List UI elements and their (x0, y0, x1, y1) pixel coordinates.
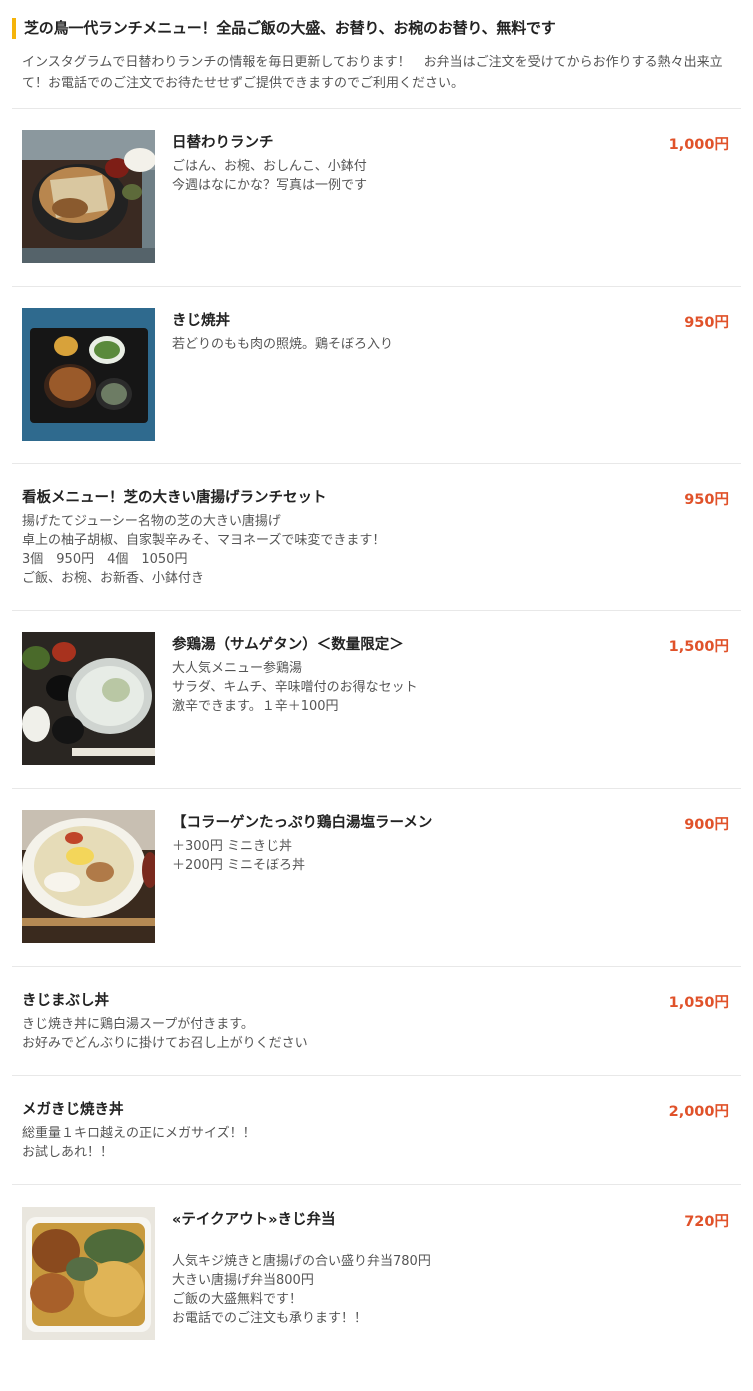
description-line: ご飯、お椀、お新香、小鉢付き (22, 571, 205, 586)
item-description: 揚げたてジューシー名物の芝の大きい唐揚げ 卓上の柚子胡椒、自家製辛みそ、マヨネー… (22, 512, 385, 588)
menu-item: «テイクアウト»きじ弁当 720円 人気キジ焼きと唐揚げの合い盛り弁当780円 … (12, 1207, 741, 1340)
description-line: 激辛できます。１辛＋100円 (172, 699, 339, 714)
item-description: ＋300円 ミニきじ丼 ＋200円 ミニそぼろ丼 (172, 837, 305, 875)
description-line: ＋200円 ミニそぼろ丼 (172, 858, 305, 873)
item-name: 参鶏湯（サムゲタン）＜数量限定＞ (172, 637, 404, 653)
divider (12, 966, 741, 967)
item-price: 2,000円 (668, 1104, 729, 1120)
menu-item: メガきじ焼き丼 2,000円 総重量１キロ越えの正にメガサイズ！！ お試しあれ！… (12, 1098, 741, 1160)
description-line: 人気キジ焼きと唐揚げの合い盛り弁当780円 (172, 1254, 431, 1269)
samgyetang-set-photo (22, 632, 155, 765)
heading-accent-bar (12, 18, 16, 39)
item-name: 日替わりランチ (172, 135, 274, 151)
item-price: 1,000円 (668, 137, 729, 153)
menu-item: きじ焼丼 950円 若どりのもも肉の照焼。鶏そぼろ入り (12, 308, 741, 441)
description-line: 揚げたてジューシー名物の芝の大きい唐揚げ (22, 514, 281, 529)
item-price: 950円 (684, 315, 729, 331)
ramen-bowl-photo (22, 810, 155, 943)
item-description: 人気キジ焼きと唐揚げの合い盛り弁当780円 大きい唐揚げ弁当800円 ご飯の大盛… (172, 1252, 431, 1328)
item-name: きじまぶし丼 (22, 993, 109, 1009)
description-line: サラダ、キムチ、辛味噌付のお得なセット (172, 680, 418, 695)
description-line: 大人気メニュー参鶏湯 (172, 661, 303, 676)
item-description: 若どりのもも肉の照焼。鶏そぼろ入り (172, 335, 393, 354)
item-price: 720円 (684, 1214, 729, 1230)
menu-item: きじまぶし丼 1,050円 きじ焼き丼に鶏白湯スープが付きます。 お好みでどんぶ… (12, 989, 741, 1051)
description-line: お試しあれ！！ (22, 1145, 114, 1160)
item-description: 総重量１キロ越えの正にメガサイズ！！ お試しあれ！！ (22, 1124, 256, 1162)
kiji-don-tray-photo (22, 308, 155, 441)
item-name: «テイクアウト»きじ弁当 (172, 1212, 336, 1228)
item-name: 【コラーゲンたっぷり鶏白湯塩ラーメン (172, 815, 433, 831)
item-name: きじ焼丼 (172, 313, 230, 329)
item-description: ごはん、お椀、おしんこ、小鉢付 今週はなにかな？写真は一例です (172, 157, 367, 195)
description-line: 3個 950円 4個 1050円 (22, 552, 188, 567)
description-line: ごはん、お椀、おしんこ、小鉢付 (172, 159, 367, 174)
divider (12, 610, 741, 611)
divider (12, 1075, 741, 1076)
description-line: 卓上の柚子胡椒、自家製辛みそ、マヨネーズで味変できます！ (22, 533, 386, 548)
divider (12, 1184, 741, 1185)
divider (12, 286, 741, 287)
item-description: きじ焼き丼に鶏白湯スープが付きます。 お好みでどんぶりに掛けてお召し上がりくださ… (22, 1015, 308, 1053)
item-description: 大人気メニュー参鶏湯 サラダ、キムチ、辛味噌付のお得なセット 激辛できます。１辛… (172, 659, 418, 716)
description-line: 大きい唐揚げ弁当800円 (172, 1273, 314, 1288)
description-line: 今週はなにかな？写真は一例です (172, 178, 368, 193)
section-title: 芝の鳥一代ランチメニュー！全品ご飯の大盛、お替り、お椀のお替り、無料です (24, 19, 556, 37)
menu-item: 【コラーゲンたっぷり鶏白湯塩ラーメン 900円 ＋300円 ミニきじ丼 ＋200… (12, 810, 741, 943)
menu-item: 参鶏湯（サムゲタン）＜数量限定＞ 1,500円 大人気メニュー参鶏湯 サラダ、キ… (12, 632, 741, 765)
divider (12, 463, 741, 464)
description-line: きじ焼き丼に鶏白湯スープが付きます。 (22, 1017, 254, 1032)
item-name: メガきじ焼き丼 (22, 1102, 124, 1118)
description-line: お好みでどんぶりに掛けてお召し上がりください (22, 1036, 308, 1051)
menu-item: 看板メニュー！芝の大きい唐揚げランチセット 950円 揚げたてジューシー名物の芝… (12, 486, 741, 586)
menu-item: 日替わりランチ 1,000円 ごはん、お椀、おしんこ、小鉢付 今週はなにかな？写… (12, 130, 741, 263)
item-price: 1,500円 (668, 639, 729, 655)
description-line: 総重量１キロ越えの正にメガサイズ！！ (22, 1126, 256, 1141)
description-line: 若どりのもも肉の照焼。鶏そぼろ入り (172, 337, 394, 352)
description-line: お電話でのご注文も承ります！！ (172, 1311, 368, 1326)
description-line: ＋300円 ミニきじ丼 (172, 839, 292, 854)
item-price: 900円 (684, 817, 729, 833)
item-name: 看板メニュー！芝の大きい唐揚げランチセット (22, 490, 327, 506)
divider (12, 108, 741, 109)
section-intro: インスタグラムで日替わりランチの情報を毎日更新しております！ お弁当はご注文を受… (22, 55, 723, 91)
item-price: 950円 (684, 492, 729, 508)
bento-box-photo (22, 1207, 155, 1340)
description-line: ご飯の大盛無料です！ (172, 1292, 303, 1307)
karaage-plate-photo (22, 130, 155, 263)
divider (12, 788, 741, 789)
item-price: 1,050円 (668, 995, 729, 1011)
